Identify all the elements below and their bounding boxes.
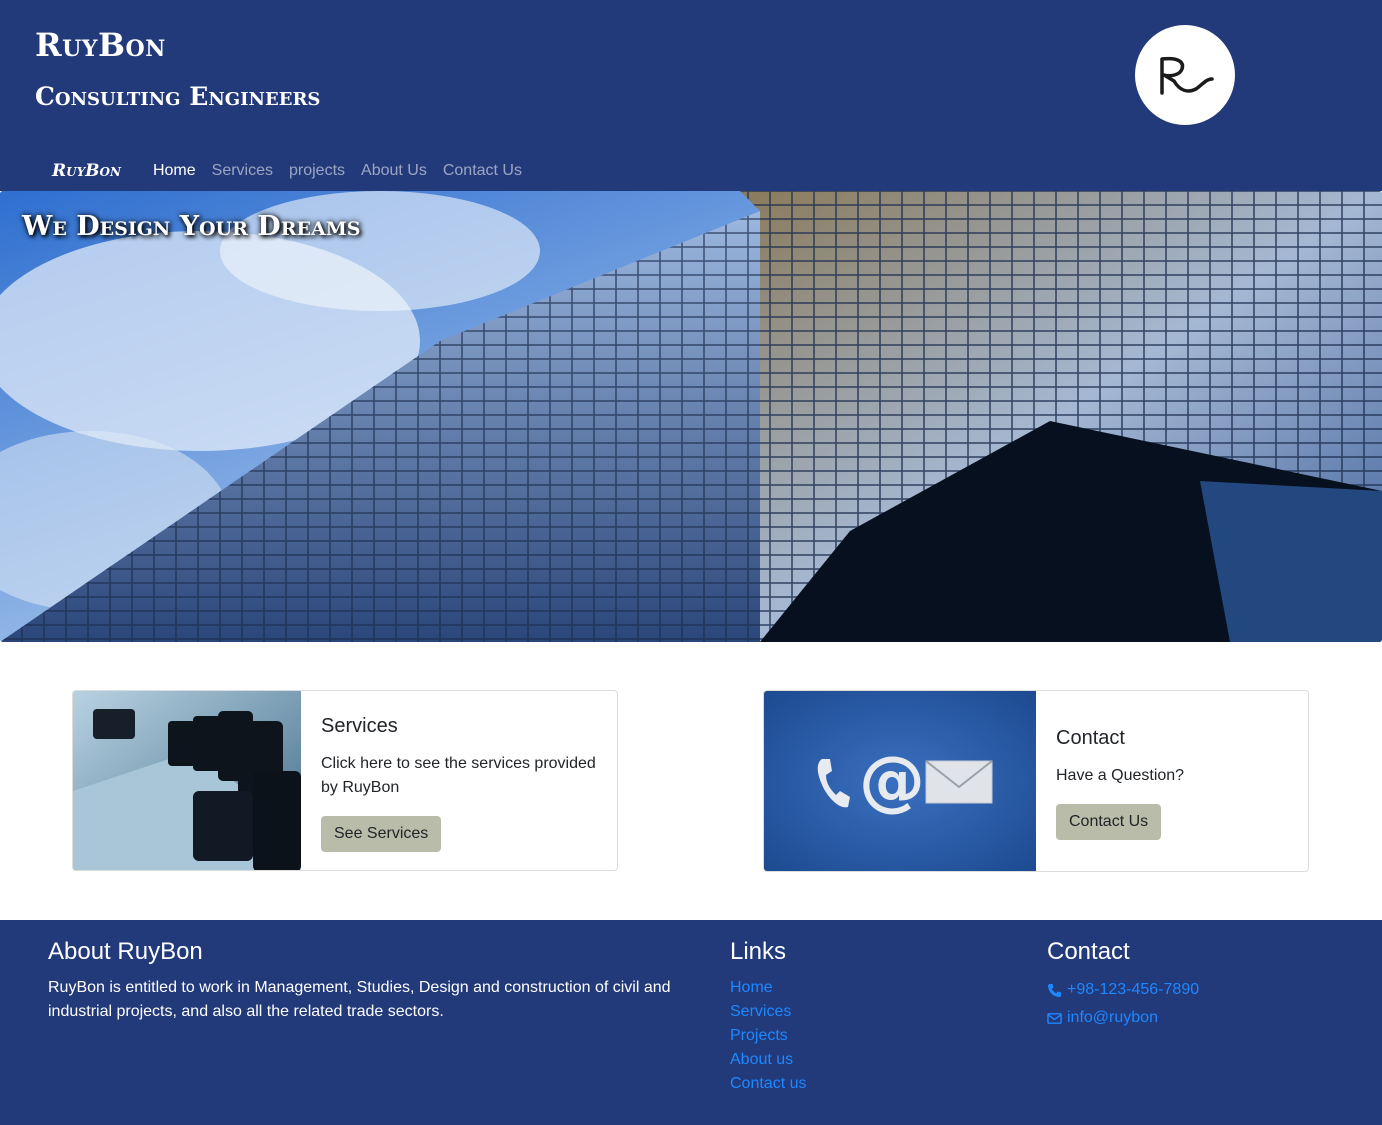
- nav-projects[interactable]: projects: [281, 162, 353, 180]
- footer-email-text: info@ruybon: [1067, 1009, 1158, 1026]
- contact-us-button[interactable]: Contact Us: [1056, 804, 1162, 840]
- envelope-icon: [925, 760, 993, 804]
- footer-contact-heading: Contact: [1047, 938, 1130, 965]
- site-header: RuyBon Consulting Engineers RuyBon Home …: [0, 0, 1382, 191]
- footer-link-services[interactable]: Services: [730, 1000, 980, 1024]
- footer-link-projects[interactable]: Projects: [730, 1024, 980, 1048]
- services-card[interactable]: Services Click here to see the services …: [72, 690, 618, 871]
- skyscraper-image: [0, 191, 1382, 642]
- footer-email-link[interactable]: info@ruybon: [1047, 1004, 1347, 1032]
- nav-contact-us[interactable]: Contact Us: [435, 162, 530, 180]
- footer-link-contact-us[interactable]: Contact us: [730, 1072, 980, 1096]
- site-title: RuyBon: [35, 26, 166, 64]
- contact-card[interactable]: @ Contact Have a Question? Contact Us: [763, 690, 1309, 872]
- nav-home[interactable]: Home: [145, 162, 204, 180]
- footer-contact: Contact +98-123-456-7890 info@ruybon: [1047, 938, 1347, 1032]
- nav-about-us[interactable]: About Us: [353, 162, 435, 180]
- contact-card-body: Contact Have a Question? Contact Us: [1036, 691, 1204, 871]
- services-card-body: Services Click here to see the services …: [301, 691, 617, 870]
- site-footer: About RuyBon RuyBon is entitled to work …: [0, 920, 1382, 1125]
- footer-about-text: RuyBon is entitled to work in Management…: [48, 979, 671, 1020]
- conference-room-image: [73, 691, 301, 870]
- footer-about: About RuyBon RuyBon is entitled to work …: [48, 938, 688, 1024]
- nav-services[interactable]: Services: [204, 162, 281, 180]
- contact-icons-image: @: [764, 691, 1036, 871]
- envelope-icon: [1047, 1012, 1062, 1024]
- site-subtitle: Consulting Engineers: [35, 82, 321, 111]
- footer-phone-link[interactable]: +98-123-456-7890: [1047, 976, 1347, 1004]
- at-sign-icon: @: [859, 742, 925, 819]
- footer-link-about-us[interactable]: About us: [730, 1048, 980, 1072]
- contact-card-text: Have a Question?: [1056, 767, 1185, 784]
- hero-banner: We Design Your Dreams: [0, 191, 1382, 642]
- footer-links-heading: Links: [730, 938, 787, 965]
- hero-title: We Design Your Dreams: [22, 211, 361, 242]
- services-card-text: Click here to see the services provided …: [321, 755, 596, 796]
- contact-card-title: Contact: [1056, 727, 1125, 749]
- phone-icon: [1047, 983, 1062, 997]
- main-navbar: RuyBon Home Services projects About Us C…: [0, 152, 1382, 190]
- footer-about-heading: About RuyBon: [48, 938, 203, 965]
- footer-link-home[interactable]: Home: [730, 976, 980, 1000]
- services-card-title: Services: [321, 715, 398, 737]
- footer-phone-text: +98-123-456-7890: [1067, 981, 1200, 998]
- rl-logo-icon[interactable]: [1135, 25, 1235, 125]
- see-services-button[interactable]: See Services: [321, 816, 442, 852]
- footer-links: Links Home Services Projects About us Co…: [730, 938, 980, 1096]
- navbar-brand[interactable]: RuyBon: [52, 161, 121, 181]
